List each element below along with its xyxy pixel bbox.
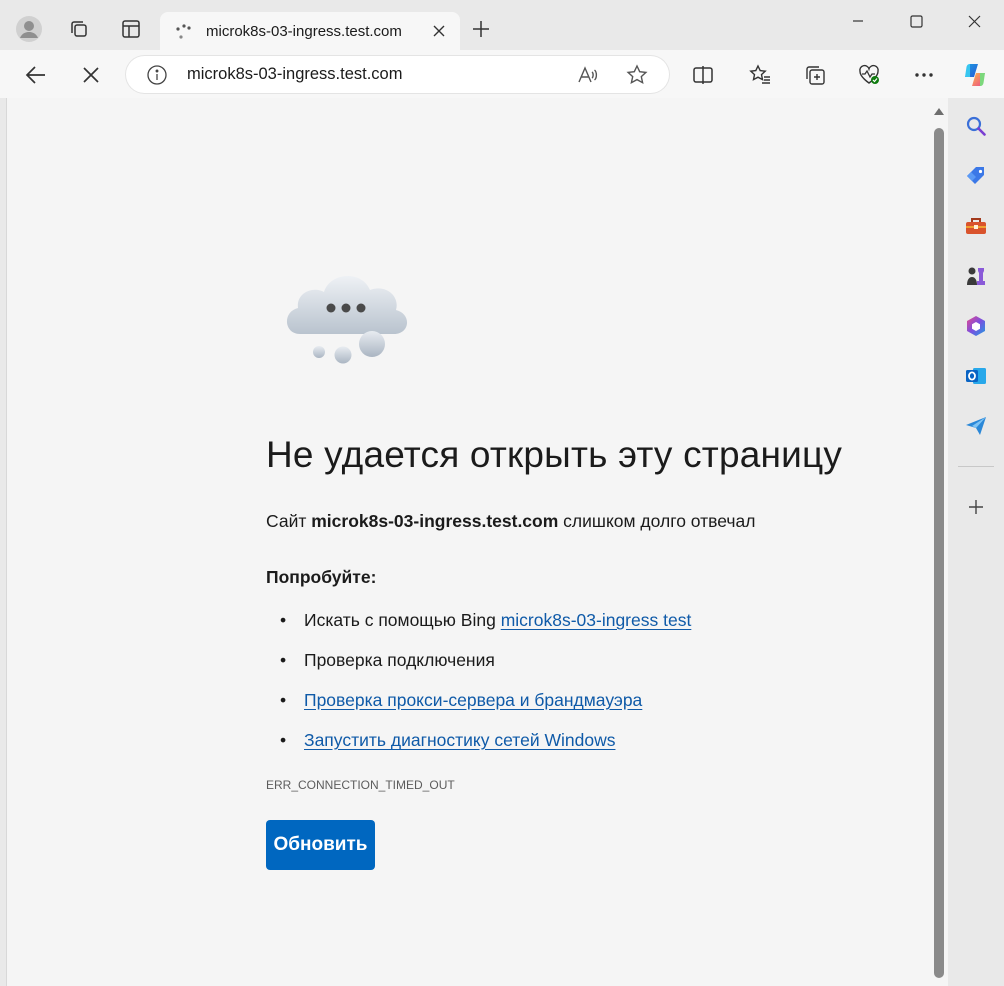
suggestion-check-proxy: • Проверка прокси-сервера и брандмауэра [280,690,642,711]
collections-icon[interactable] [798,58,832,92]
network-diagnostics-link[interactable]: Запустить диагностику сетей Windows [304,730,615,750]
more-options-icon[interactable] [907,58,941,92]
page-content [6,98,930,986]
back-button[interactable] [19,58,53,92]
suggestion-network-diagnostics: • Запустить диагностику сетей Windows [280,730,615,751]
active-tab[interactable]: microk8s-03-ingress.test.com [160,12,460,52]
subtitle-prefix: Сайт [266,511,307,531]
read-aloud-icon[interactable] [574,62,600,88]
loading-spinner-icon [174,22,194,42]
sidebar-divider [958,466,994,467]
microsoft-365-icon[interactable] [962,312,990,340]
title-bar: microk8s-03-ingress.test.com [0,0,1004,52]
stop-loading-button[interactable] [74,58,108,92]
browser-toolbar: microk8s-03-ingress.test.com [0,50,1004,98]
bing-search-link[interactable]: microk8s-03-ingress test [501,610,692,630]
vertical-scrollbar[interactable] [930,98,948,986]
split-screen-icon[interactable] [686,58,720,92]
cloud-illustration-icon [276,262,416,372]
vertical-tabs-icon[interactable] [114,12,148,46]
favorite-star-icon[interactable] [624,62,650,88]
error-code: ERR_CONNECTION_TIMED_OUT [266,778,455,792]
favorites-icon[interactable] [743,58,777,92]
suggestion-check-connection: • Проверка подключения [280,650,495,671]
bullet: • [280,650,287,670]
url-text[interactable]: microk8s-03-ingress.test.com [187,65,402,84]
minimize-button[interactable] [838,6,878,36]
maximize-button[interactable] [896,6,936,36]
games-chess-icon[interactable] [962,262,990,290]
bullet: • [280,690,287,710]
workspaces-icon[interactable] [62,12,96,46]
shopping-tag-icon[interactable] [962,162,990,190]
error-title: Не удается открыть эту страницу [266,434,843,475]
address-bar[interactable]: microk8s-03-ingress.test.com [126,56,669,93]
suggestion-text: Искать с помощью Bing [304,610,496,630]
site-info-icon[interactable] [146,64,168,86]
subtitle-host: microk8s-03-ingress.test.com [311,511,559,531]
tools-briefcase-icon[interactable] [962,212,990,240]
new-tab-button[interactable] [466,14,496,44]
send-drop-icon[interactable] [962,412,990,440]
bullet: • [280,610,287,630]
tab-title: microk8s-03-ingress.test.com [206,23,402,40]
suggestion-text: Проверка подключения [304,650,495,670]
browser-essentials-icon[interactable] [852,58,886,92]
bullet: • [280,730,287,750]
outlook-icon[interactable] [962,362,990,390]
scroll-thumb[interactable] [934,128,944,978]
suggestion-bing-search: • Искать с помощью Bing microk8s-03-ingre… [280,610,691,631]
error-subtitle: Сайт microk8s-03-ingress.test.com слишко… [266,511,755,532]
add-sidebar-app-icon[interactable] [962,493,990,521]
profile-avatar-icon[interactable] [12,12,46,46]
close-tab-icon[interactable] [428,20,450,42]
scroll-up-arrow-icon[interactable] [934,108,944,115]
refresh-button[interactable]: Обновить [266,820,375,870]
edge-sidebar [948,98,1004,986]
try-label: Попробуйте: [266,567,377,587]
close-window-button[interactable] [954,6,994,36]
subtitle-suffix: слишком долго отвечал [563,511,756,531]
check-proxy-firewall-link[interactable]: Проверка прокси-сервера и брандмауэра [304,690,642,710]
copilot-icon[interactable] [958,58,992,92]
search-icon[interactable] [962,112,990,140]
